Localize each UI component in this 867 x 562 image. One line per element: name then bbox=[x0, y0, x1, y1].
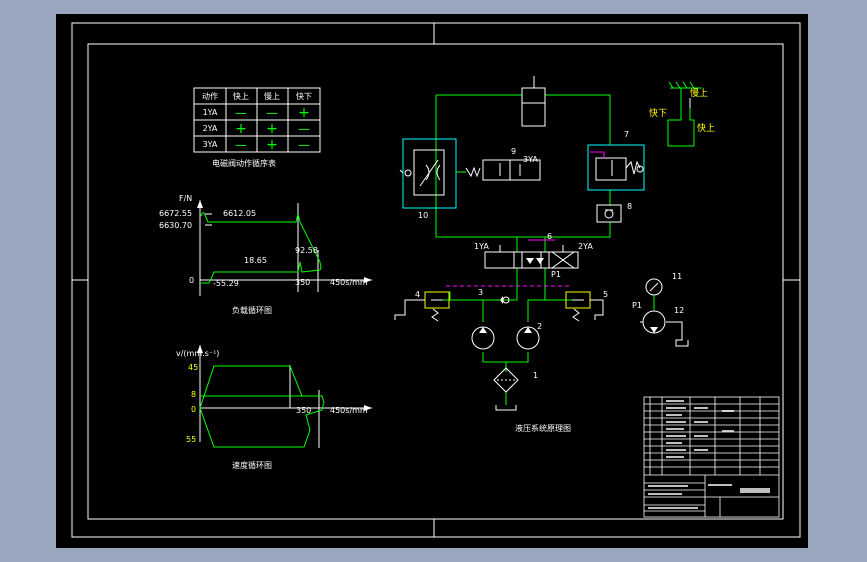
cad-drawing: 动作 快上 慢上 快下 1YA — — + 2YA + + — 3YA — + … bbox=[56, 14, 808, 548]
component-number: 12 bbox=[674, 306, 684, 315]
component-number: 2 bbox=[537, 322, 542, 331]
load-ylabel: F/N bbox=[179, 194, 192, 203]
component-number: 6 bbox=[547, 232, 552, 241]
load-x-tick: 450s/mm bbox=[330, 278, 368, 287]
table-cell: — bbox=[298, 122, 310, 136]
speed-ylabel: v/(mm.s⁻¹) bbox=[176, 349, 219, 358]
load-x-tick: 350 bbox=[295, 278, 310, 287]
load-value-label: 6672.55 bbox=[159, 209, 192, 218]
component-number: 10 bbox=[418, 211, 428, 220]
component-number: 8 bbox=[627, 202, 632, 211]
load-chart-title: 负载循环图 bbox=[232, 305, 272, 315]
component-number: 9 bbox=[511, 147, 516, 156]
component-number: 11 bbox=[672, 272, 682, 281]
table-header-fast-down: 快下 bbox=[296, 91, 312, 101]
load-zero-label: 0 bbox=[189, 276, 194, 285]
component-number: 4 bbox=[415, 290, 420, 299]
component-number: 1 bbox=[533, 371, 538, 380]
table-caption: 电磁阀动作循序表 bbox=[212, 158, 276, 168]
speed-value-label: 45 bbox=[188, 363, 198, 372]
table-cell: + bbox=[266, 121, 278, 137]
speed-zero-label: 0 bbox=[191, 405, 196, 414]
table-cell: + bbox=[298, 105, 310, 121]
component-number: 7 bbox=[624, 130, 629, 139]
table-cell: + bbox=[266, 137, 278, 153]
speed-x-tick: 450s/mm bbox=[330, 406, 368, 415]
component-number: 3 bbox=[478, 288, 483, 297]
table-row-label: 3YA bbox=[203, 140, 218, 149]
component-number: 5 bbox=[603, 290, 608, 299]
solenoid-label: 3YA bbox=[523, 155, 538, 164]
table-cell: + bbox=[235, 121, 247, 137]
schematic-title: 液压系统原理图 bbox=[515, 423, 571, 433]
speed-x-tick: 350 bbox=[296, 406, 311, 415]
load-value-label: 92.58 bbox=[295, 246, 318, 255]
load-value-label: 18.65 bbox=[244, 256, 267, 265]
table-cell: — bbox=[266, 106, 278, 120]
table-header-action: 动作 bbox=[202, 91, 218, 101]
speed-chart-title: 速度循环图 bbox=[232, 460, 272, 470]
table-header-fast-up: 快上 bbox=[233, 91, 249, 101]
speed-value-label: 8 bbox=[191, 390, 196, 399]
table-header-slow-up: 慢上 bbox=[264, 91, 280, 101]
table-row-label: 2YA bbox=[203, 124, 218, 133]
solenoid-label: 2YA bbox=[578, 242, 593, 251]
motion-label-fast-down: 快下 bbox=[649, 107, 667, 119]
table-cell: — bbox=[235, 138, 247, 152]
solenoid-label: 1YA bbox=[474, 242, 489, 251]
motion-label-fast-up: 快上 bbox=[697, 122, 715, 134]
motion-label-slow-up: 慢上 bbox=[690, 87, 708, 99]
table-row-label: 1YA bbox=[203, 108, 218, 117]
table-cell: — bbox=[235, 106, 247, 120]
load-value-label: 6630.70 bbox=[159, 221, 192, 230]
speed-value-label: 55 bbox=[186, 435, 196, 444]
port-label: P1 bbox=[632, 301, 642, 310]
table-cell: — bbox=[298, 138, 310, 152]
load-value-label: -55.29 bbox=[213, 279, 239, 288]
port-label: P1 bbox=[551, 270, 561, 279]
load-value-label: 6612.05 bbox=[223, 209, 256, 218]
